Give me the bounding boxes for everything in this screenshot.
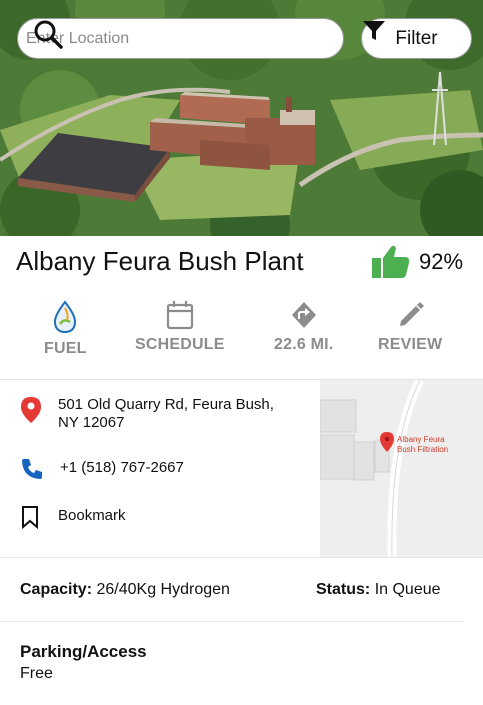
bookmark-label: Bookmark	[58, 507, 126, 524]
capacity-value: 26/40Kg Hydrogen	[96, 581, 230, 598]
directions-icon	[291, 302, 316, 328]
phone-number: +1 (518) 767-2667	[60, 459, 184, 476]
status-label: Status:	[316, 581, 371, 598]
thumbs-up-icon	[372, 245, 410, 278]
phone-row[interactable]: +1 (518) 767-2667	[20, 457, 184, 481]
map-roads	[320, 380, 425, 557]
divider	[0, 621, 464, 622]
fuel-button[interactable]: FUEL	[44, 300, 87, 358]
location-pin-icon	[21, 397, 41, 423]
status-value: In Queue	[374, 581, 441, 598]
search-bar[interactable]	[17, 18, 344, 59]
address-row[interactable]: 501 Old Quarry Rd, Feura Bush, NY 12067	[20, 396, 274, 432]
capacity-label: Capacity:	[20, 581, 93, 598]
schedule-label: SCHEDULE	[135, 336, 225, 353]
filter-funnel-icon	[363, 21, 385, 40]
divider	[0, 557, 483, 558]
capacity: Capacity: 26/40Kg Hydrogen	[20, 581, 230, 599]
search-input[interactable]	[26, 29, 276, 48]
address-line-1: 501 Old Quarry Rd, Feura Bush,	[58, 396, 274, 413]
bookmark-icon	[22, 506, 38, 529]
status: Status: In Queue	[316, 581, 441, 599]
rating: 92%	[372, 244, 463, 280]
location-photo: Filter	[0, 0, 483, 236]
address-line-2: NY 12067	[58, 414, 125, 431]
parking-access-title: Parking/Access	[20, 642, 147, 661]
distance-label: 22.6 MI.	[274, 336, 334, 353]
map-preview[interactable]: Albany Feura Bush Filtration	[320, 380, 483, 557]
search-icon	[34, 20, 63, 49]
filter-button[interactable]: Filter	[361, 18, 472, 59]
calendar-icon	[166, 301, 193, 330]
rating-percent: 92%	[419, 249, 464, 274]
review-button[interactable]: REVIEW	[378, 300, 442, 354]
directions-button[interactable]: 22.6 MI.	[274, 300, 333, 354]
filter-label: Filter	[395, 27, 438, 49]
station-name: Albany Feura Bush Plant	[16, 246, 304, 276]
fuel-label: FUEL	[44, 340, 87, 357]
map-place-label: Albany Feura Bush Filtration	[397, 435, 449, 454]
action-bar: FUEL SCHEDULE 22.6 MI. REVIEW	[0, 300, 483, 362]
pencil-icon	[400, 302, 425, 326]
bookmark-row[interactable]: Bookmark	[20, 505, 126, 529]
phone-icon	[22, 459, 42, 479]
fuel-drop-icon	[54, 300, 77, 334]
info-panel: 501 Old Quarry Rd, Feura Bush, NY 12067 …	[0, 380, 320, 557]
parking-access-value: Free	[20, 665, 53, 682]
review-label: REVIEW	[378, 336, 443, 353]
schedule-button[interactable]: SCHEDULE	[135, 300, 225, 354]
